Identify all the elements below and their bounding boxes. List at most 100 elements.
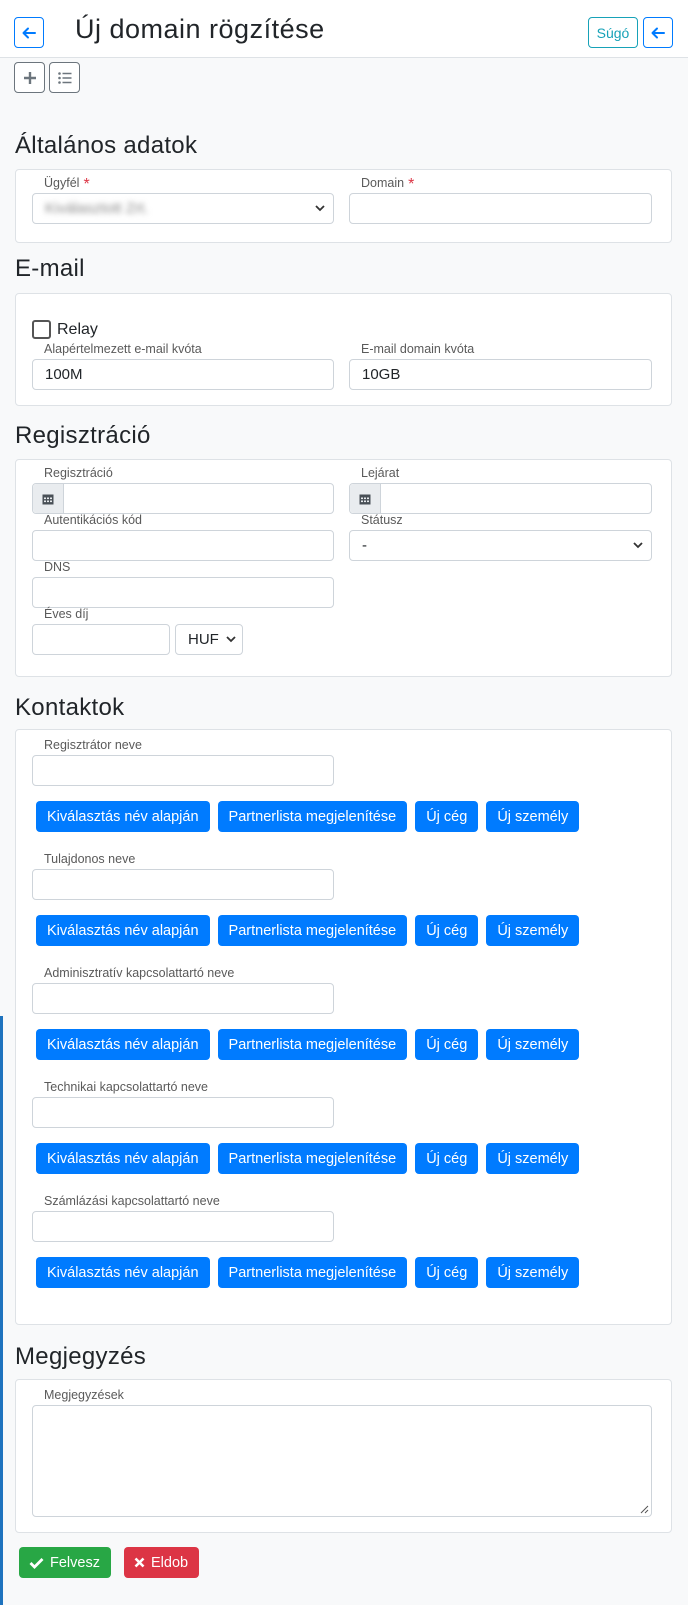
expiry-label: Lejárat — [359, 466, 402, 480]
contact-buttons: Kiválasztás név alapján Partnerlista meg… — [36, 1143, 580, 1174]
calendar-icon — [359, 494, 371, 504]
side-accent-bar — [0, 1016, 3, 1605]
new-company-button[interactable]: Új cég — [415, 1029, 479, 1060]
calendar-icon — [42, 494, 54, 504]
new-company-button[interactable]: Új cég — [415, 915, 479, 946]
contact-input[interactable] — [32, 1097, 334, 1128]
new-company-button[interactable]: Új cég — [415, 801, 479, 832]
default-quota-input[interactable]: 100M — [32, 359, 334, 390]
relay-label: Relay — [57, 321, 98, 338]
domain-quota-input[interactable]: 10GB — [349, 359, 652, 390]
client-label: Ügyfél * — [42, 176, 92, 193]
contact-label: Regisztrátor neve — [42, 738, 144, 752]
select-by-name-button[interactable]: Kiválasztás név alapján — [36, 801, 210, 832]
reg-date-label: Regisztráció — [42, 466, 115, 480]
section-title-contacts: Kontaktok — [15, 694, 125, 721]
chevron-down-icon — [315, 205, 325, 212]
back-button-right[interactable] — [643, 17, 673, 48]
contact-label: Tulajdonos neve — [42, 852, 138, 866]
client-field: Kiválasztott Zrt. Ügyfél * — [32, 177, 334, 225]
contact-field: Regisztrátor neve — [32, 739, 334, 787]
default-quota-field: 100M Alapértelmezett e-mail kvóta — [32, 343, 334, 391]
arrow-left-icon — [22, 27, 36, 38]
notes-textarea[interactable] — [32, 1405, 652, 1517]
select-by-name-button[interactable]: Kiválasztás név alapján — [36, 1257, 210, 1288]
auth-code-field: Autentikációs kód — [32, 514, 334, 562]
show-partner-list-button[interactable]: Partnerlista megjelenítése — [217, 1143, 408, 1174]
domain-quota-label: E-mail domain kvóta — [359, 342, 477, 356]
contact-input[interactable] — [32, 755, 334, 786]
dns-label: DNS — [42, 560, 73, 574]
contact-buttons: Kiválasztás név alapján Partnerlista meg… — [36, 801, 580, 832]
status-select[interactable]: - — [349, 530, 652, 561]
required-mark: * — [83, 176, 90, 193]
save-label: Felvesz — [50, 1554, 100, 1571]
show-partner-list-button[interactable]: Partnerlista megjelenítése — [217, 915, 408, 946]
back-button[interactable] — [14, 17, 44, 48]
discard-button[interactable]: Eldob — [124, 1547, 199, 1578]
new-company-button[interactable]: Új cég — [415, 1257, 479, 1288]
chevron-down-icon — [226, 636, 236, 643]
new-person-button[interactable]: Új személy — [486, 1143, 580, 1174]
notes-field: Megjegyzések — [32, 1389, 652, 1519]
save-button[interactable]: Felvesz — [19, 1547, 111, 1578]
check-icon — [29, 1557, 44, 1569]
top-bar: Új domain rögzítése Súgó — [0, 0, 688, 58]
contact-label: Adminisztratív kapcsolattartó neve — [42, 966, 237, 980]
select-by-name-button[interactable]: Kiválasztás név alapján — [36, 915, 210, 946]
new-person-button[interactable]: Új személy — [486, 801, 580, 832]
contact-field: Technikai kapcsolattartó neve — [32, 1081, 334, 1129]
annual-fee-field: Éves díj — [32, 608, 170, 656]
list-button[interactable] — [49, 62, 80, 93]
domain-input[interactable] — [349, 193, 652, 224]
discard-label: Eldob — [151, 1554, 189, 1571]
currency-field: HUF — [175, 614, 243, 656]
show-partner-list-button[interactable]: Partnerlista megjelenítése — [217, 801, 408, 832]
contact-buttons: Kiválasztás név alapján Partnerlista meg… — [36, 1029, 580, 1060]
new-person-button[interactable]: Új személy — [486, 915, 580, 946]
show-partner-list-button[interactable]: Partnerlista megjelenítése — [217, 1029, 408, 1060]
registration-card: Regisztráció Lejárat Autentikációs kód -… — [15, 459, 672, 677]
new-person-button[interactable]: Új személy — [486, 1029, 580, 1060]
default-quota-label: Alapértelmezett e-mail kvóta — [42, 342, 204, 356]
reg-date-input[interactable] — [32, 483, 334, 514]
reg-date-field: Regisztráció — [32, 467, 334, 515]
show-partner-list-button[interactable]: Partnerlista megjelenítése — [217, 1257, 408, 1288]
contact-input[interactable] — [32, 1211, 334, 1242]
plus-icon — [23, 71, 36, 84]
contacts-card: Regisztrátor neve Kiválasztás név alapjá… — [15, 729, 672, 1325]
resize-handle-icon[interactable] — [640, 1505, 649, 1514]
client-select[interactable]: Kiválasztott Zrt. — [32, 193, 334, 224]
page-title: Új domain rögzítése — [75, 14, 325, 44]
contact-buttons: Kiválasztás név alapján Partnerlista meg… — [36, 915, 580, 946]
required-mark: * — [408, 176, 415, 193]
add-button[interactable] — [14, 62, 45, 93]
domain-field: Domain * — [349, 177, 652, 225]
notes-card: Megjegyzések — [15, 1379, 672, 1533]
relay-checkbox[interactable] — [32, 320, 51, 339]
select-by-name-button[interactable]: Kiválasztás név alapján — [36, 1029, 210, 1060]
calendar-button[interactable] — [350, 484, 381, 513]
dns-field: DNS — [32, 561, 334, 609]
new-company-button[interactable]: Új cég — [415, 1143, 479, 1174]
client-value: Kiválasztott Zrt. — [45, 200, 149, 217]
expiry-field: Lejárat — [349, 467, 652, 515]
contact-input[interactable] — [32, 983, 334, 1014]
dns-input[interactable] — [32, 577, 334, 608]
contact-buttons: Kiválasztás név alapján Partnerlista meg… — [36, 1257, 580, 1288]
domain-quota-field: 10GB E-mail domain kvóta — [349, 343, 652, 391]
auth-code-label: Autentikációs kód — [42, 513, 144, 527]
select-by-name-button[interactable]: Kiválasztás név alapján — [36, 1143, 210, 1174]
status-field: - Státusz — [349, 514, 652, 562]
calendar-button[interactable] — [33, 484, 64, 513]
auth-code-input[interactable] — [32, 530, 334, 561]
expiry-input[interactable] — [349, 483, 652, 514]
help-button[interactable]: Súgó — [588, 17, 638, 48]
list-icon — [57, 71, 71, 84]
contact-input[interactable] — [32, 869, 334, 900]
notes-label: Megjegyzések — [42, 1388, 126, 1402]
section-title-email: E-mail — [15, 255, 85, 282]
new-person-button[interactable]: Új személy — [486, 1257, 580, 1288]
annual-fee-input[interactable] — [32, 624, 170, 655]
arrow-left-icon — [651, 27, 665, 38]
